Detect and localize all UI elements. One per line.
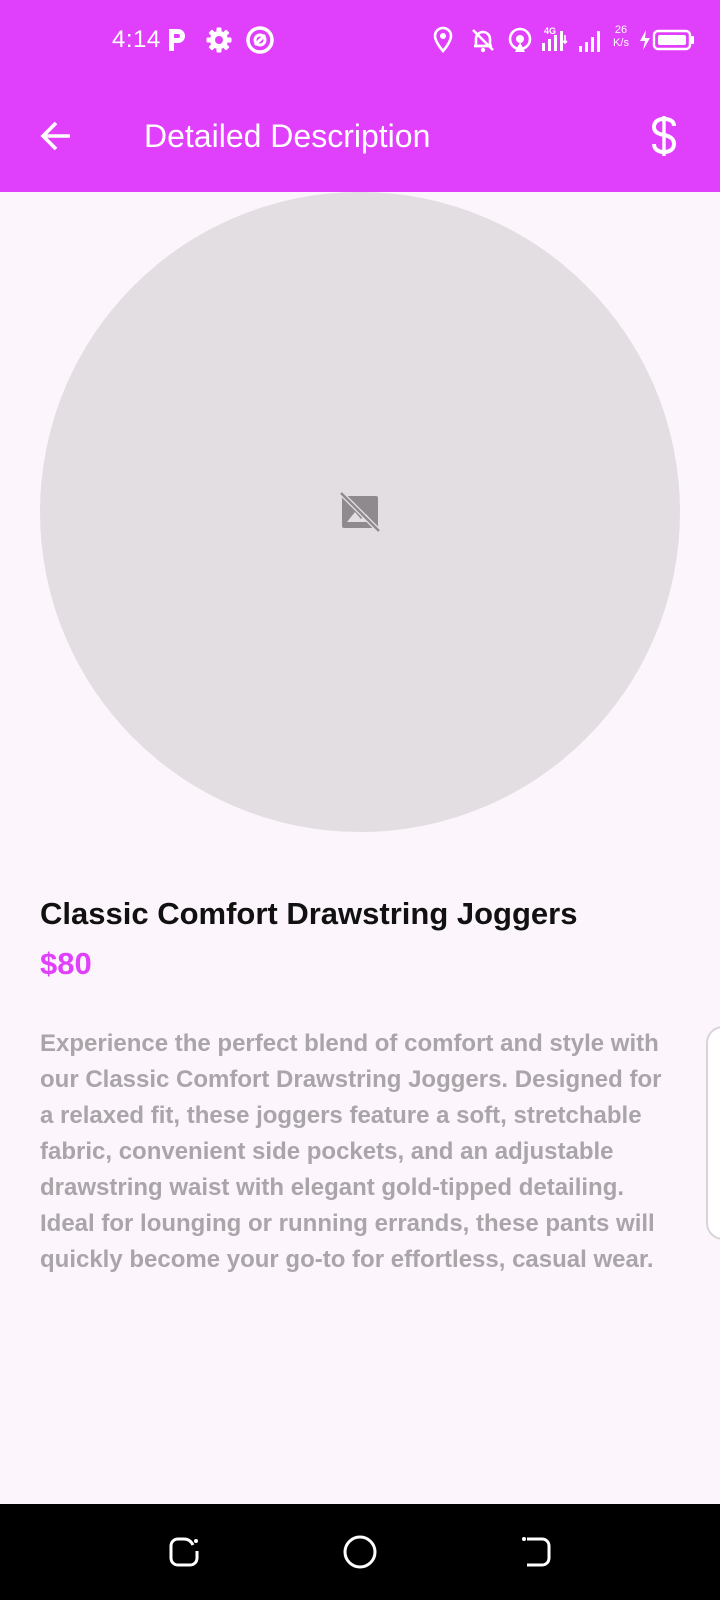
home-circle-icon bbox=[343, 1535, 377, 1569]
arrow-back-icon bbox=[40, 121, 70, 151]
recents-button[interactable] bbox=[160, 1528, 208, 1576]
nav-back-button[interactable] bbox=[512, 1528, 560, 1576]
price-action-button[interactable] bbox=[632, 104, 696, 168]
edge-panel-handle[interactable] bbox=[706, 1026, 720, 1240]
signal-4g-icon: 4G bbox=[540, 24, 570, 56]
battery-charging-icon bbox=[638, 24, 696, 56]
product-name: Classic Comfort Drawstring Joggers bbox=[40, 896, 578, 931]
status-bar: 4:14 4G 26 K/s bbox=[0, 0, 720, 80]
page-title: Detailed Description bbox=[144, 118, 431, 154]
image-not-supported-icon bbox=[339, 491, 381, 533]
at-sync-icon bbox=[245, 24, 275, 56]
app-bar: 4:14 4G 26 K/s Detailed Description bbox=[0, 0, 720, 192]
product-price: $80 bbox=[40, 946, 92, 981]
back-button[interactable] bbox=[24, 104, 88, 168]
status-time: 4:14 bbox=[112, 26, 161, 53]
recents-icon bbox=[169, 1537, 199, 1567]
hotspot-icon bbox=[505, 24, 535, 56]
settings-gear-icon bbox=[204, 24, 234, 56]
product-image-placeholder bbox=[40, 192, 680, 832]
dollar-icon bbox=[651, 116, 677, 156]
toolbar: Detailed Description bbox=[0, 96, 720, 176]
home-button[interactable] bbox=[336, 1528, 384, 1576]
nav-back-icon bbox=[522, 1537, 551, 1567]
network-speed-value: 26 bbox=[614, 24, 628, 36]
parking-icon bbox=[162, 24, 192, 56]
network-speed-unit: K/s bbox=[613, 37, 629, 49]
product-description: Experience the perfect blend of comfort … bbox=[40, 1030, 662, 1273]
system-nav-bar bbox=[0, 1504, 720, 1600]
location-icon bbox=[428, 24, 458, 56]
signal-strength-icon bbox=[576, 24, 606, 56]
notifications-off-icon bbox=[468, 24, 498, 56]
network-speed: 26 K/s bbox=[608, 24, 634, 50]
svg-text:4G: 4G bbox=[544, 26, 556, 36]
